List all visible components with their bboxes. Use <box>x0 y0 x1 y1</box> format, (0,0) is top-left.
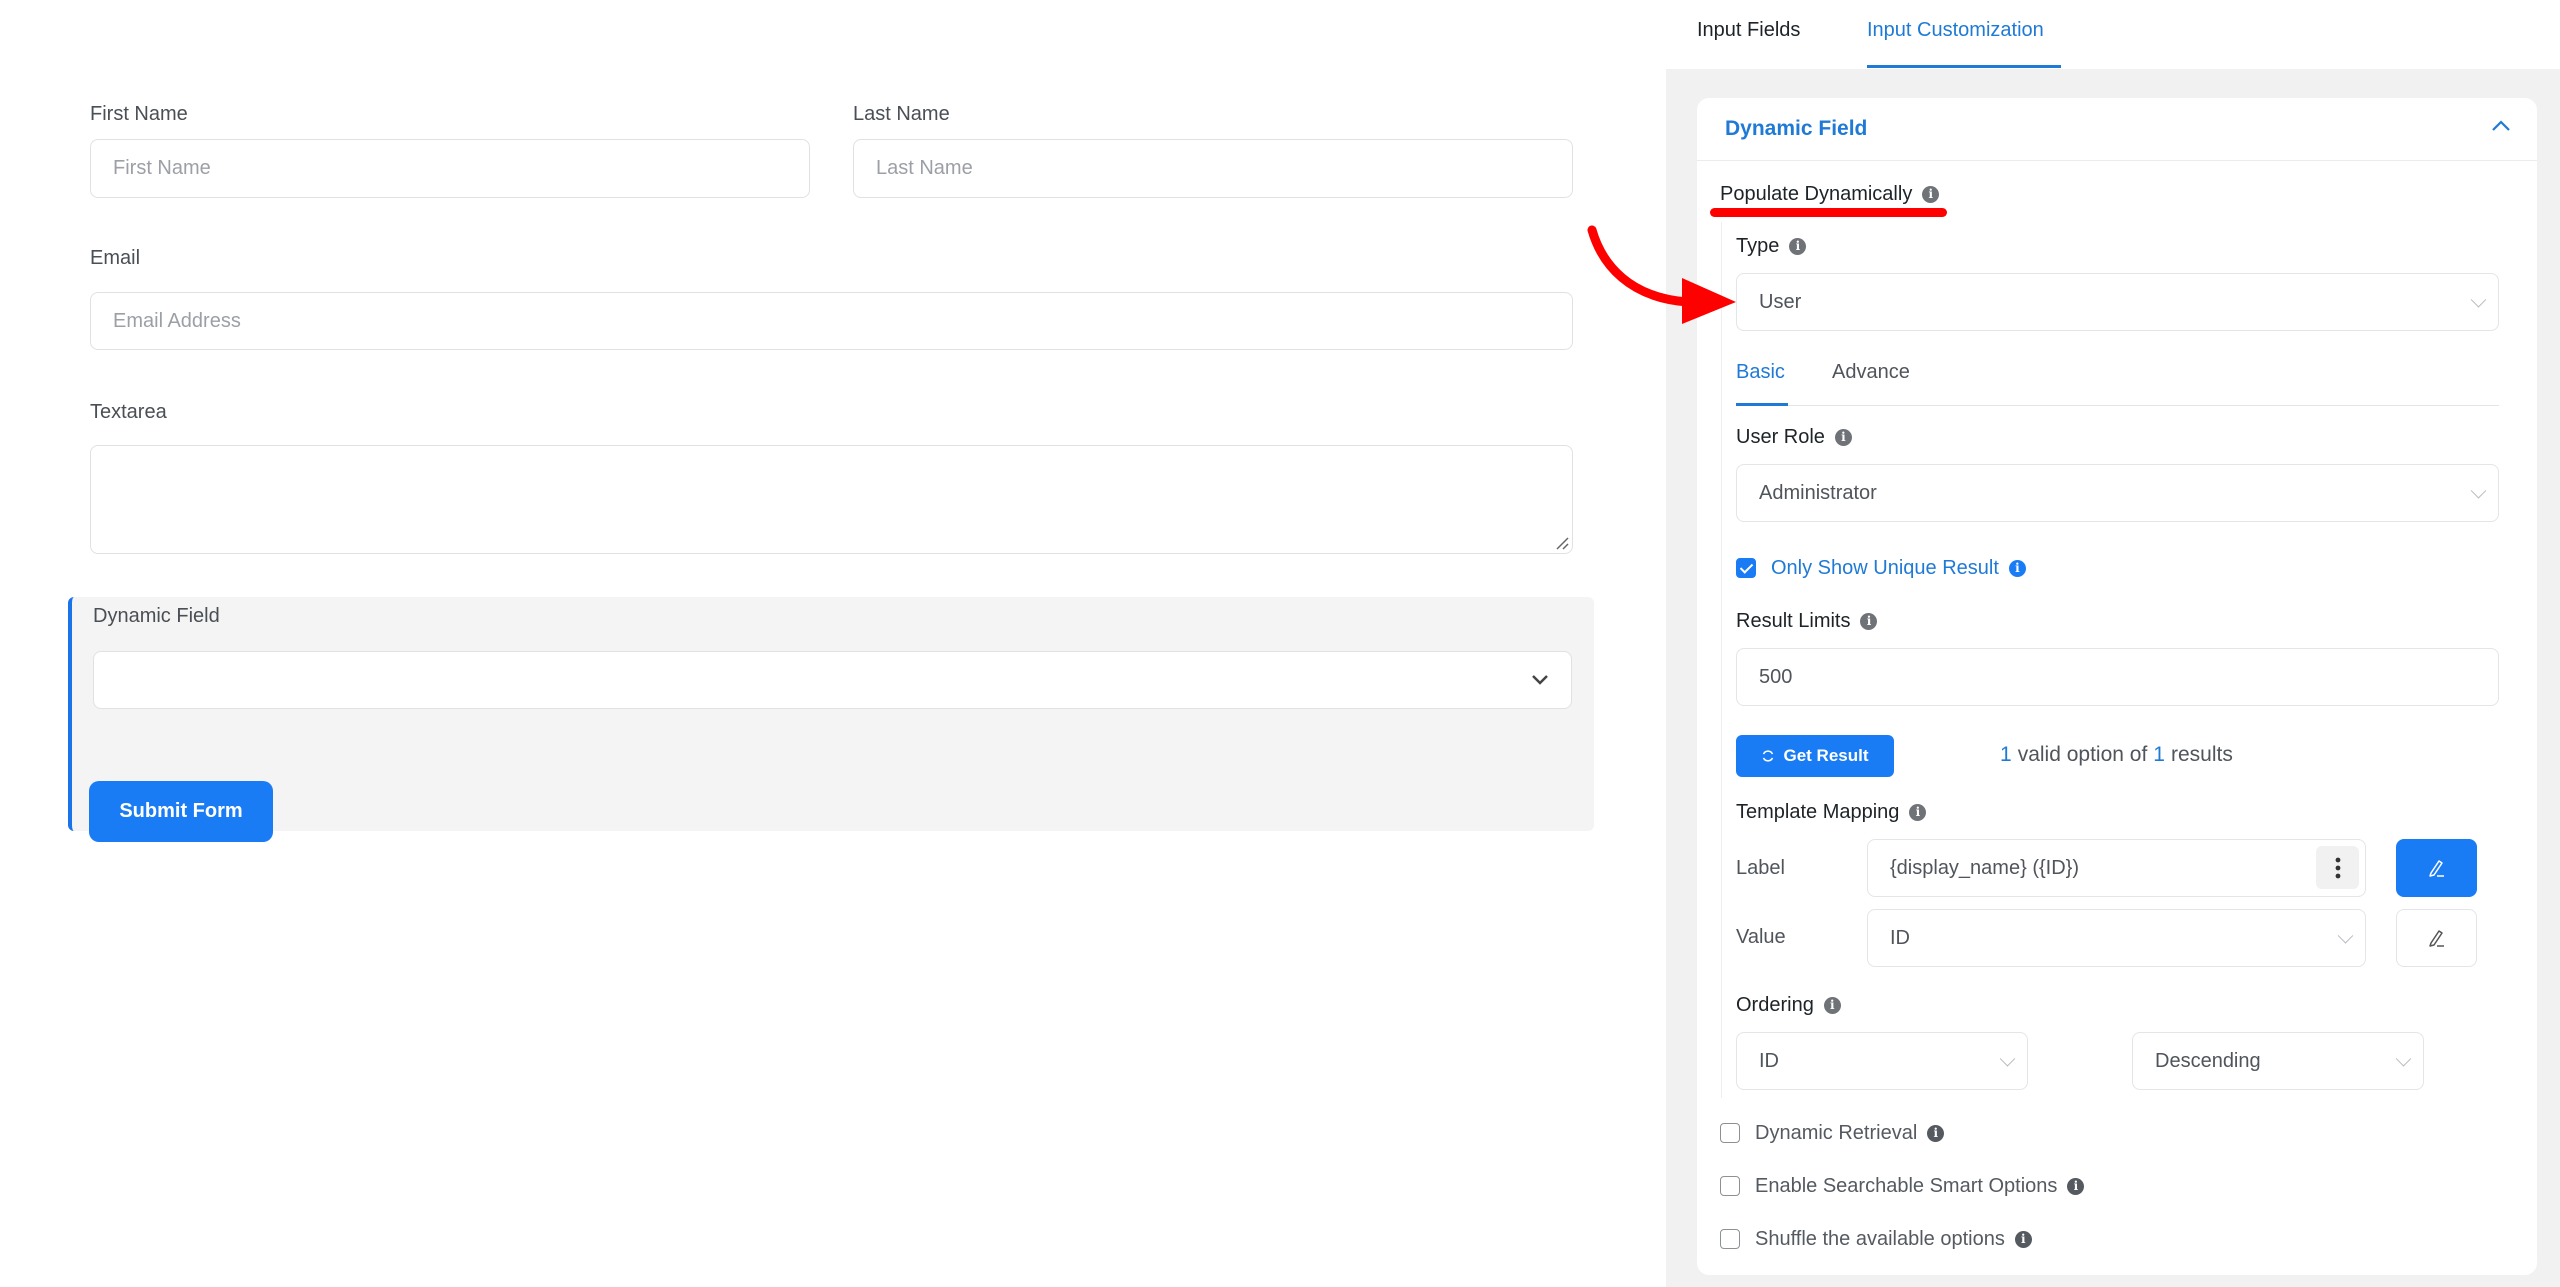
first-name-label: First Name <box>90 103 188 125</box>
results-summary: 1 valid option of 1 results <box>2000 742 2233 768</box>
dynamic-field-label: Dynamic Field <box>93 605 220 627</box>
dynamic-field-select[interactable] <box>93 651 1572 709</box>
subtab-divider <box>1736 405 2499 406</box>
textarea-input[interactable] <box>90 445 1573 554</box>
get-result-button[interactable]: Get Result <box>1736 735 1894 777</box>
first-name-placeholder: First Name <box>113 157 211 179</box>
section-title[interactable]: Dynamic Field <box>1725 116 1867 142</box>
type-label: Type i <box>1736 234 1807 258</box>
active-subtab-indicator <box>1736 403 1788 406</box>
edit-label-button[interactable] <box>2396 839 2477 897</box>
info-icon[interactable]: i <box>1834 428 1852 446</box>
chevron-down-icon <box>2395 1051 2412 1067</box>
populate-dynamically-text: Populate Dynamically <box>1720 183 1913 205</box>
email-input[interactable]: Email Address <box>90 292 1573 350</box>
chevron-down-icon <box>2470 292 2487 308</box>
result-limits-label: Result Limits i <box>1736 609 1878 633</box>
first-name-input[interactable]: First Name <box>90 139 810 198</box>
ordering-field-value: ID <box>1759 1049 1779 1072</box>
textarea-label: Textarea <box>90 401 167 423</box>
info-icon[interactable]: i <box>2067 1177 2085 1195</box>
result-limits-text: Result Limits <box>1736 610 1851 632</box>
chevron-down-icon <box>1999 1051 2016 1067</box>
chevron-down-icon <box>2470 483 2487 499</box>
chevron-down-icon <box>2337 928 2354 944</box>
result-limits-input[interactable]: 500 <box>1736 648 2499 706</box>
email-placeholder: Email Address <box>113 309 241 332</box>
active-tab-indicator <box>1867 65 2061 68</box>
submit-form-button[interactable]: Submit Form <box>89 781 273 842</box>
user-role-label: User Role i <box>1736 425 1852 449</box>
searchable-options-text: Enable Searchable Smart Options <box>1755 1175 2058 1197</box>
type-label-text: Type <box>1736 235 1780 257</box>
dynamic-field-block[interactable] <box>68 597 1594 831</box>
ordering-direction-select[interactable]: Descending <box>2132 1032 2424 1090</box>
tab-input-fields[interactable]: Input Fields <box>1697 18 1800 42</box>
ordering-field-select[interactable]: ID <box>1736 1032 2028 1090</box>
template-mapping-text: Template Mapping <box>1736 801 1900 823</box>
dynamic-retrieval-checkbox[interactable] <box>1720 1123 1740 1143</box>
subtab-advance[interactable]: Advance <box>1832 360 1910 384</box>
last-name-placeholder: Last Name <box>876 157 973 179</box>
user-role-select[interactable]: Administrator <box>1736 464 2499 522</box>
info-icon[interactable]: i <box>1927 1124 1945 1142</box>
ordering-label: Ordering i <box>1736 993 1841 1017</box>
total-count: 1 <box>2153 743 2165 766</box>
more-options-button[interactable] <box>2316 846 2359 889</box>
ordering-direction-value: Descending <box>2155 1049 2261 1072</box>
results-suffix-text: results <box>2170 743 2233 766</box>
type-select-value: User <box>1759 290 1802 313</box>
valid-count: 1 <box>2000 743 2012 766</box>
pencil-icon <box>2428 860 2444 877</box>
info-icon[interactable]: i <box>1909 803 1927 821</box>
result-limits-value: 500 <box>1759 665 1793 688</box>
ordering-text: Ordering <box>1736 994 1814 1016</box>
shuffle-options-text: Shuffle the available options <box>1755 1228 2005 1250</box>
last-name-label: Last Name <box>853 103 950 125</box>
tab-input-customization[interactable]: Input Customization <box>1867 18 2044 42</box>
edit-value-button[interactable] <box>2396 909 2477 967</box>
value-row-name: Value <box>1736 926 1786 948</box>
dynamic-retrieval-label: Dynamic Retrieval i <box>1755 1121 1945 1145</box>
pencil-icon <box>2428 930 2444 947</box>
annotation-arrow-icon <box>1587 225 1736 324</box>
unique-result-text: Only Show Unique Result <box>1771 557 1999 579</box>
info-icon[interactable]: i <box>1789 237 1807 255</box>
unique-result-checkbox[interactable] <box>1736 558 1756 578</box>
value-template-value: ID <box>1890 926 1910 949</box>
label-template-input[interactable]: {display_name} ({ID}) <box>1867 839 2366 897</box>
user-role-value: Administrator <box>1759 481 1877 504</box>
chevron-down-icon <box>1532 675 1548 685</box>
value-template-select[interactable]: ID <box>1867 909 2366 967</box>
refresh-icon <box>1763 750 1774 762</box>
card-header-divider <box>1697 160 2537 161</box>
info-icon[interactable]: i <box>1823 996 1841 1014</box>
type-select[interactable]: User <box>1736 273 2499 331</box>
annotation-underline <box>1710 208 1947 217</box>
get-result-label: Get Result <box>1783 746 1869 765</box>
chevron-up-icon[interactable] <box>2490 119 2512 133</box>
email-label: Email <box>90 247 141 269</box>
info-icon[interactable]: i <box>2014 1230 2032 1248</box>
user-role-label-text: User Role <box>1736 426 1825 448</box>
info-icon[interactable]: i <box>1922 185 1940 203</box>
shuffle-options-checkbox[interactable] <box>1720 1229 1740 1249</box>
label-template-value: {display_name} ({ID}) <box>1890 856 2080 879</box>
shuffle-options-label: Shuffle the available options i <box>1755 1227 2032 1251</box>
label-row-name: Label <box>1736 857 1785 879</box>
template-mapping-label: Template Mapping i <box>1736 800 1927 824</box>
nested-settings-border <box>1721 222 1722 1098</box>
dynamic-retrieval-text: Dynamic Retrieval <box>1755 1122 1918 1144</box>
populate-dynamically-label: Populate Dynamically i <box>1720 182 1940 206</box>
last-name-input[interactable]: Last Name <box>853 139 1573 198</box>
searchable-options-label: Enable Searchable Smart Options i <box>1755 1174 2085 1198</box>
subtab-basic[interactable]: Basic <box>1736 360 1785 384</box>
results-middle-text: valid option of <box>2017 743 2148 766</box>
info-icon[interactable]: i <box>1860 612 1878 630</box>
searchable-options-checkbox[interactable] <box>1720 1176 1740 1196</box>
info-icon[interactable]: i <box>2008 559 2026 577</box>
unique-result-label: Only Show Unique Result i <box>1771 556 2026 580</box>
kebab-menu-icon <box>2335 857 2340 878</box>
resize-grip-icon[interactable] <box>1555 536 1569 550</box>
